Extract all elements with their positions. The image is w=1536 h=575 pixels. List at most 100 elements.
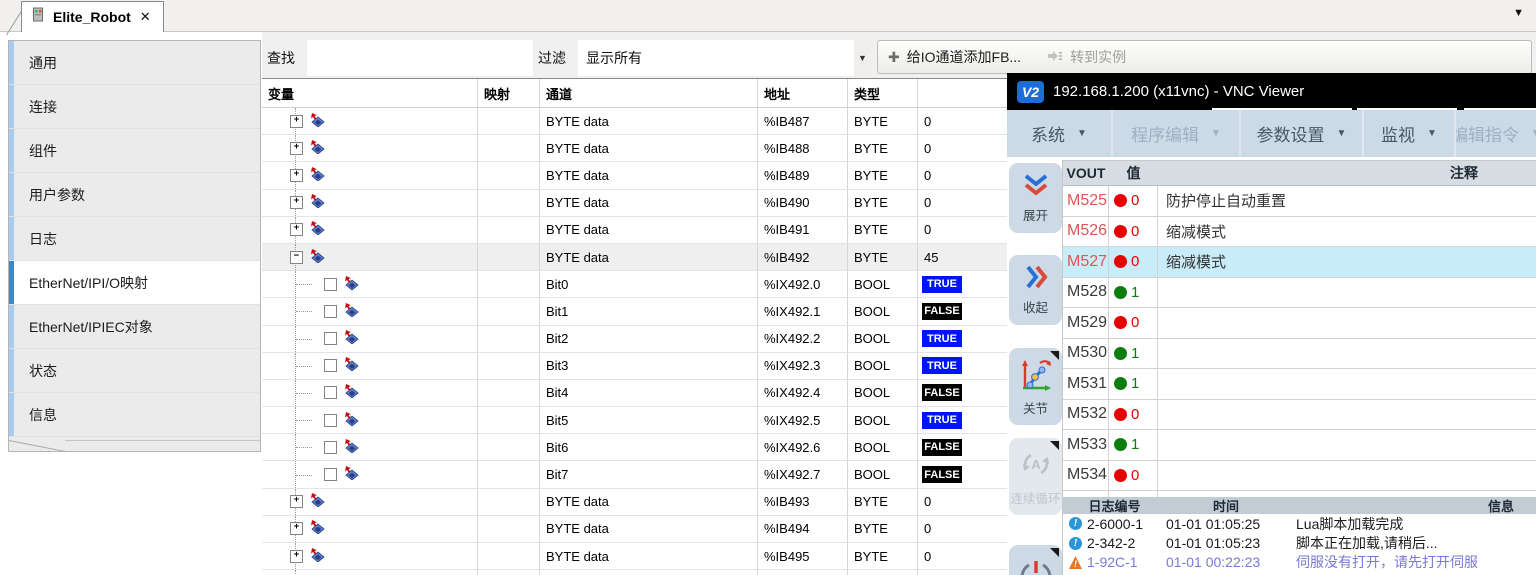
vout-row[interactable]: M525 0 防护停止自动重置 bbox=[1063, 186, 1536, 217]
sidebar-item[interactable]: 状态 bbox=[9, 349, 260, 393]
variable-cell bbox=[262, 353, 478, 379]
vout-comment bbox=[1158, 308, 1536, 338]
add-fb-button-label: 给IO通道添加FB... bbox=[907, 47, 1021, 67]
sidebar-item[interactable]: 组件 bbox=[9, 129, 260, 173]
vout-id-cell: M534 bbox=[1063, 461, 1109, 491]
log-id: 2-6000-1 bbox=[1087, 516, 1143, 532]
expand-icon[interactable] bbox=[290, 142, 303, 155]
joint-mode-button[interactable]: 关节 bbox=[1009, 348, 1062, 425]
log-row[interactable]: 2-342-2 01-01 01:05:23 脚本正在加载,请稍后... bbox=[1063, 533, 1536, 552]
vout-row[interactable]: M534 0 bbox=[1063, 461, 1536, 492]
menu-item[interactable]: 参数设置 ▼ bbox=[1241, 110, 1364, 157]
sidebar-item[interactable]: 信息 bbox=[9, 393, 260, 437]
channel-value: 0 bbox=[924, 114, 931, 129]
vout-id-cell: M532 bbox=[1063, 400, 1109, 430]
collapse-button[interactable]: 收起 bbox=[1009, 255, 1062, 325]
menu-item[interactable]: 系统 ▼ bbox=[1007, 110, 1113, 157]
expand-icon[interactable] bbox=[324, 332, 337, 345]
vout-row[interactable]: M529 0 bbox=[1063, 308, 1536, 339]
plus-icon: ✚ bbox=[888, 49, 900, 66]
sidebar-item[interactable]: 用户参数 bbox=[9, 173, 260, 217]
type-cell: BYTE bbox=[848, 190, 918, 216]
vout-row[interactable]: M530 1 bbox=[1063, 339, 1536, 370]
expand-icon[interactable] bbox=[324, 359, 337, 372]
sidebar-item[interactable]: EtherNet/IPI/O映射 bbox=[9, 261, 260, 305]
vout-comment bbox=[1158, 369, 1536, 399]
expand-icon[interactable] bbox=[324, 468, 337, 481]
goto-instance-button[interactable]: 转到实例 bbox=[1047, 47, 1126, 67]
vout-row[interactable]: M526 0 缩减模式 bbox=[1063, 217, 1536, 248]
sidebar-item[interactable]: 连接 bbox=[9, 85, 260, 129]
sidebar-item[interactable]: EtherNet/IPIEC对象 bbox=[9, 305, 260, 349]
log-time-col-header: 时间 bbox=[1166, 497, 1286, 515]
address-cell: %IB490 bbox=[758, 190, 848, 216]
tab-list-dropdown-icon[interactable]: ▼ bbox=[1513, 7, 1524, 19]
expand-icon[interactable] bbox=[324, 305, 337, 318]
type-cell: BOOL bbox=[848, 380, 918, 406]
tab-close-icon[interactable]: ✕ bbox=[140, 9, 151, 25]
log-row[interactable]: 2-6000-1 01-01 01:05:25 Lua脚本加载完成 bbox=[1063, 514, 1536, 533]
collapse-button-label: 收起 bbox=[1023, 297, 1048, 316]
vout-value: 1 bbox=[1131, 375, 1139, 392]
menu-item[interactable]: 监视 ▼ bbox=[1364, 110, 1456, 157]
vout-monitor-table: VOUT 值 注释 M525 0 防护停止自动重置 M526 bbox=[1062, 160, 1536, 498]
goto-instance-label: 转到实例 bbox=[1070, 47, 1126, 67]
vout-id: M534 bbox=[1067, 466, 1107, 484]
address-cell: %IX492.1 bbox=[758, 298, 848, 324]
expand-icon[interactable] bbox=[290, 169, 303, 182]
vout-row[interactable]: M528 1 bbox=[1063, 278, 1536, 309]
vout-row[interactable]: M531 1 bbox=[1063, 369, 1536, 400]
expand-icon[interactable] bbox=[324, 278, 337, 291]
vout-value: 0 bbox=[1131, 192, 1139, 209]
robot-joint-icon bbox=[1018, 357, 1054, 396]
expand-icon[interactable] bbox=[290, 223, 303, 236]
tab-elite-robot[interactable]: Elite_Robot ✕ bbox=[21, 1, 164, 32]
expand-icon[interactable] bbox=[324, 441, 337, 454]
address-cell: %IX492.7 bbox=[758, 461, 848, 487]
expand-icon[interactable] bbox=[290, 495, 303, 508]
expand-icon[interactable] bbox=[290, 115, 303, 128]
vnc-title-bar[interactable]: V2 192.168.1.200 (x11vnc) - VNC Viewer bbox=[1007, 73, 1536, 110]
channel-value: TRUE bbox=[922, 412, 962, 429]
find-label: 查找 bbox=[262, 40, 307, 76]
menu-item[interactable]: 编辑指令 ▼ bbox=[1456, 110, 1536, 157]
expand-icon[interactable] bbox=[324, 414, 337, 427]
input-variable-icon bbox=[310, 167, 325, 184]
channel-value: 0 bbox=[924, 549, 931, 564]
menu-item[interactable]: 程序编辑 ▼ bbox=[1113, 110, 1241, 157]
continuous-loop-button[interactable]: A 连续循环 bbox=[1009, 438, 1062, 515]
expand-icon[interactable] bbox=[290, 251, 303, 264]
vout-id-cell: M528 bbox=[1063, 278, 1109, 308]
add-fb-to-io-channel-button[interactable]: ✚ 给IO通道添加FB... bbox=[888, 47, 1021, 67]
filter-dropdown-icon[interactable]: ▼ bbox=[854, 40, 871, 76]
servo-power-button[interactable] bbox=[1009, 545, 1062, 575]
device-icon bbox=[31, 7, 46, 27]
expand-icon[interactable] bbox=[290, 550, 303, 563]
type-cell: BOOL bbox=[848, 434, 918, 460]
vout-comment: 防护停止自动重置 bbox=[1158, 186, 1536, 216]
input-variable-icon bbox=[344, 412, 359, 429]
filter-select[interactable]: 显示所有 bbox=[578, 40, 854, 76]
channel-cell: Bit2 bbox=[540, 326, 758, 352]
sidebar-item[interactable]: 通用 bbox=[9, 41, 260, 85]
log-time: 01-01 01:05:23 bbox=[1166, 535, 1286, 551]
expand-icon[interactable] bbox=[290, 196, 303, 209]
vout-id-cell: M530 bbox=[1063, 339, 1109, 369]
mapping-cell bbox=[478, 434, 540, 460]
sidebar-item[interactable]: 日志 bbox=[9, 217, 260, 261]
vnc-logo-icon: V2 bbox=[1017, 81, 1044, 103]
variable-cell bbox=[262, 489, 478, 515]
vout-row[interactable]: M527 0 缩减模式 bbox=[1063, 247, 1536, 278]
channel-value: 0 bbox=[924, 195, 931, 210]
input-variable-icon bbox=[310, 548, 325, 565]
expand-icon[interactable] bbox=[290, 522, 303, 535]
find-input[interactable] bbox=[307, 40, 533, 76]
vout-row[interactable]: M533 1 bbox=[1063, 430, 1536, 461]
vout-id-cell: M526 bbox=[1063, 217, 1109, 247]
vout-row[interactable]: M532 0 bbox=[1063, 400, 1536, 431]
channel-cell: BYTE data bbox=[540, 190, 758, 216]
expand-button[interactable]: 展开 bbox=[1009, 163, 1062, 233]
channel-value: 0 bbox=[924, 521, 931, 536]
expand-icon[interactable] bbox=[324, 386, 337, 399]
log-row[interactable]: 1-92C-1 01-01 00:22:23 伺服没有打开，请先打开伺服 bbox=[1063, 553, 1536, 572]
